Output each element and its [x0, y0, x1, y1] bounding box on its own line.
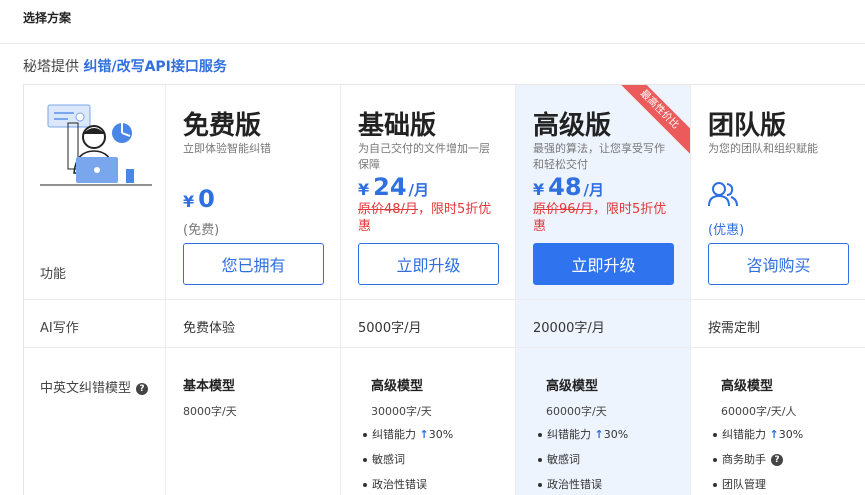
- plan-price: ¥48/月: [533, 173, 604, 201]
- plan-price: ¥0: [183, 185, 215, 213]
- bullet-dot-icon: [713, 483, 717, 487]
- row-label-model: 中英文纠错模型?: [40, 377, 149, 396]
- arrow-up-icon: ↑: [419, 428, 429, 441]
- plan-price: ¥24/月: [358, 173, 429, 201]
- row-label-ai-writing: AI写作: [40, 321, 79, 336]
- bullet-dot-icon: [538, 433, 542, 437]
- bullet-dot-icon: [538, 483, 542, 487]
- plan-name: 团队版: [708, 111, 787, 141]
- team-icon: [708, 182, 738, 207]
- service-subtitle: 秘塔提供 纠错/改写API接口服务: [23, 56, 227, 76]
- help-icon[interactable]: ?: [136, 382, 149, 395]
- price-unit: /月: [408, 181, 430, 199]
- plan-name: 高级版: [533, 111, 612, 141]
- model-quota: 30000字/天: [371, 405, 432, 418]
- price-note: (免费): [183, 223, 220, 238]
- list-item: 敏感词: [538, 452, 628, 477]
- list-item: 纠错能力 ↑30%: [713, 427, 803, 452]
- bullet-dot-icon: [363, 483, 367, 487]
- ai-writing-value: 按需定制: [708, 321, 761, 336]
- model-title: 高级模型: [546, 379, 599, 394]
- illustration-icon: [40, 104, 152, 186]
- row-label-model-text: 中英文纠错模型: [40, 381, 132, 396]
- model-quota: 60000字/天: [546, 405, 607, 418]
- list-item: 纠错能力 ↑30%: [538, 427, 628, 452]
- owned-button[interactable]: 您已拥有: [183, 243, 324, 285]
- model-quota: 8000字/天: [183, 405, 237, 418]
- plan-description: 为自己交付的文件增加一层保障: [358, 142, 490, 171]
- model-title: 高级模型: [371, 379, 424, 394]
- list-item: 商务助手?: [713, 452, 803, 477]
- bullet-dot-icon: [713, 458, 717, 462]
- price-value: 0: [198, 185, 215, 213]
- list-item: 敏感词: [363, 452, 453, 477]
- feature-bullets: 纠错能力 ↑30% 敏感词 政治性错误: [538, 427, 628, 495]
- original-price: 原价96/月: [533, 202, 593, 217]
- price-value: 24: [373, 173, 407, 201]
- plan-column-team: 团队版 为您的团队和组织赋能 (优惠) 咨询购买 按需定制 高级模型 60000…: [691, 85, 865, 495]
- features-heading: 功能: [40, 267, 67, 282]
- arrow-up-icon: ↑: [594, 428, 604, 441]
- list-item: 团队管理: [713, 477, 803, 495]
- plan-name: 免费版: [183, 111, 262, 141]
- plan-column-advanced: 最高性价比 高级版 最强的算法，让您享受写作和轻松交付 ¥48/月 原价96/月…: [516, 85, 691, 495]
- ai-writing-value: 5000字/月: [358, 321, 422, 336]
- plan-name: 基础版: [358, 111, 437, 141]
- arrow-up-icon: ↑: [769, 428, 779, 441]
- feature-bullets: 纠错能力 ↑30% 商务助手? 团队管理: [713, 427, 803, 495]
- currency-symbol: ¥: [358, 180, 370, 199]
- ai-writing-value: 20000字/月: [533, 321, 605, 336]
- original-price: 原价48/月: [358, 202, 418, 217]
- promo-text: 原价96/月，限时5折优惠: [533, 201, 678, 235]
- bullet-dot-icon: [363, 458, 367, 462]
- row-divider: [24, 347, 865, 348]
- subtitle-prefix: 秘塔提供: [23, 59, 84, 75]
- bullet-dot-icon: [363, 433, 367, 437]
- list-item: 政治性错误: [538, 477, 628, 495]
- top-bar: 选择方案: [0, 0, 865, 44]
- help-icon[interactable]: ?: [771, 454, 783, 466]
- plan-description: 立即体验智能纠错: [183, 142, 271, 155]
- feature-bullets: 纠错能力 ↑30% 敏感词 政治性错误: [363, 427, 453, 495]
- price-note: (优惠): [708, 223, 745, 238]
- ai-writing-value: 免费体验: [183, 321, 236, 336]
- row-divider: [24, 299, 865, 300]
- currency-symbol: ¥: [533, 180, 545, 199]
- api-service-link[interactable]: 纠错/改写API接口服务: [83, 59, 226, 75]
- model-title: 基本模型: [183, 379, 236, 394]
- currency-symbol: ¥: [183, 192, 195, 211]
- model-quota: 60000字/天/人: [721, 405, 797, 418]
- plan-column-basic: 基础版 为自己交付的文件增加一层保障 ¥24/月 原价48/月，限时5折优惠 立…: [341, 85, 516, 495]
- price-unit: /月: [583, 181, 605, 199]
- pricing-table: 功能 AI写作 中英文纠错模型? 免费版 立即体验智能纠错 ¥0 (免费) 您已…: [23, 84, 865, 495]
- promo-text: 原价48/月，限时5折优惠: [358, 201, 503, 235]
- upgrade-button-advanced[interactable]: 立即升级: [533, 243, 674, 285]
- list-item: 纠错能力 ↑30%: [363, 427, 453, 452]
- bullet-dot-icon: [538, 458, 542, 462]
- page-title: 选择方案: [23, 11, 72, 25]
- upgrade-button-basic[interactable]: 立即升级: [358, 243, 499, 285]
- consult-buy-button[interactable]: 咨询购买: [708, 243, 849, 285]
- plan-description: 最强的算法，让您享受写作和轻松交付: [533, 142, 665, 171]
- plan-description: 为您的团队和组织赋能: [708, 142, 818, 155]
- bullet-dot-icon: [713, 433, 717, 437]
- list-item: 政治性错误: [363, 477, 453, 495]
- model-title: 高级模型: [721, 379, 774, 394]
- plan-column-free: 免费版 立即体验智能纠错 ¥0 (免费) 您已拥有 免费体验 基本模型 8000…: [166, 85, 341, 495]
- feature-column: 功能 AI写作 中英文纠错模型?: [24, 85, 166, 495]
- price-value: 48: [548, 173, 582, 201]
